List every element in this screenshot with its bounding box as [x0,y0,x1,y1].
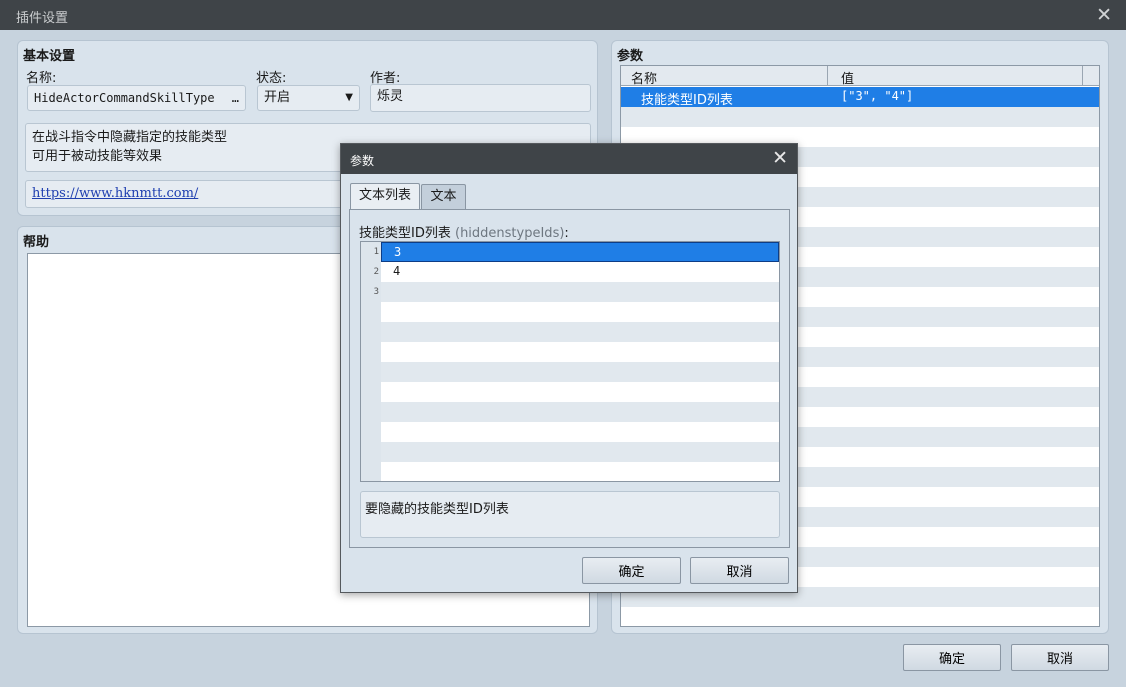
tab-panel: 技能类型ID列表 (hiddenstypeIds): 1 2 3 3 4 要隐藏的技能… [349,209,790,548]
author-field: 烁灵 [370,84,591,112]
tab-text[interactable]: 文本 [421,184,466,209]
window-close-icon[interactable]: ✕ [1096,4,1112,26]
tab-text-list[interactable]: 文本列表 [350,183,420,209]
empty-editor-line[interactable] [381,302,779,322]
plugin-settings-window: 插件设置 ✕ 基本设置 名称: HideActorCommandSkillTyp… [0,0,1126,687]
dialog-cancel-button[interactable]: 取消 [690,557,789,584]
empty-editor-line[interactable] [381,442,779,462]
parameter-name: 技能类型ID列表 [641,93,733,108]
dialog-titlebar: 参数 ✕ [341,144,797,174]
status-value: 开启 [264,90,291,105]
author-value: 烁灵 [377,89,404,104]
empty-editor-line[interactable] [381,342,779,362]
basic-settings-title: 基本设置 [23,49,76,64]
text-list-editor[interactable]: 1 2 3 3 4 [360,241,780,482]
name-label: 名称: [26,71,57,86]
parameter-dialog: 参数 ✕ 文本列表 文本 技能类型ID列表 (hiddenstypeIds): … [340,143,798,593]
status-select[interactable]: 开启 ▼ [257,85,360,111]
empty-editor-line[interactable] [381,462,779,481]
editor-line-text: 3 [394,245,402,259]
editor-line[interactable]: 4 [381,262,779,282]
dropdown-arrow-icon: ▼ [345,92,353,103]
empty-editor-line[interactable] [381,322,779,342]
empty-parameter-row[interactable] [621,107,1099,127]
editor-line-text: 4 [393,264,401,278]
ok-button[interactable]: 确定 [903,644,1001,671]
parameter-value: ["3", "4"] [841,89,914,103]
field-label-key: (hiddenstypeIds) [455,226,565,241]
column-separator [827,66,828,86]
parameters-title: 参数 [617,49,644,64]
empty-editor-line[interactable] [381,422,779,442]
editor-line[interactable] [381,282,779,302]
dialog-title: 参数 [350,154,375,168]
editor-line[interactable]: 3 [381,242,779,262]
empty-parameter-row[interactable] [621,607,1099,626]
field-label: 技能类型ID列表 (hiddenstypeIds): [359,222,569,241]
help-title: 帮助 [23,235,50,250]
parameters-table-header: 名称 值 [621,66,1099,87]
plugin-name-value: HideActorCommandSkillType [34,91,215,105]
empty-editor-line[interactable] [381,362,779,382]
plugin-name-field[interactable]: HideActorCommandSkillType … [27,85,246,111]
parameter-description: 要隐藏的技能类型ID列表 [360,491,780,538]
cancel-button[interactable]: 取消 [1011,644,1109,671]
field-label-colon: : [564,226,569,241]
dialog-ok-button[interactable]: 确定 [582,557,681,584]
parameter-row[interactable]: 技能类型ID列表 ["3", "4"] [621,87,1099,108]
plugin-url-link[interactable]: https://www.hknmtt.com/ [32,186,198,201]
line-number-gutter: 1 2 3 [361,242,381,481]
ellipsis-icon[interactable]: … [232,86,239,110]
column-header-name[interactable]: 名称 [631,68,657,87]
column-separator [1082,66,1083,86]
field-label-name: 技能类型ID列表 [359,226,451,241]
dialog-close-icon[interactable]: ✕ [772,147,788,169]
window-titlebar: 插件设置 ✕ [0,0,1126,30]
status-label: 状态: [256,71,287,86]
line-number: 2 [373,267,379,277]
line-number: 1 [373,247,379,257]
empty-editor-line[interactable] [381,402,779,422]
column-header-value[interactable]: 值 [841,68,854,87]
empty-editor-line[interactable] [381,382,779,402]
line-number: 3 [373,287,379,297]
window-title: 插件设置 [16,11,69,26]
